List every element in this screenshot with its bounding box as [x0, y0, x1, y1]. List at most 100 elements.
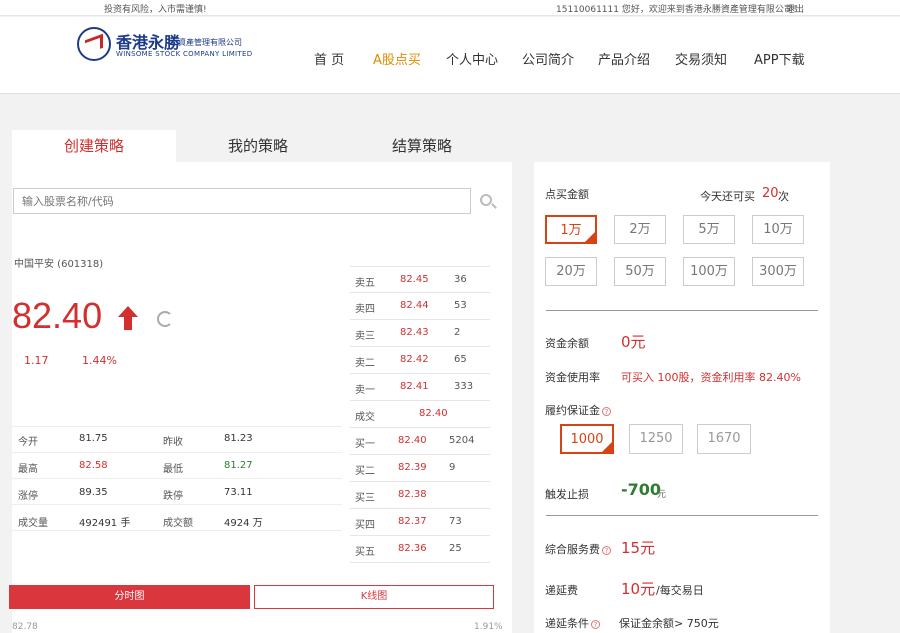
sell1-qty: 333 [454, 381, 474, 392]
service-fee-label: 综合服务费? [545, 541, 611, 557]
sell4-label: 卖四 [355, 304, 375, 315]
refresh-icon[interactable] [157, 311, 173, 327]
amount-option-2w[interactable]: 2万 [614, 215, 666, 244]
amount-option-label: 10万 [763, 222, 793, 237]
deposit-option-1000[interactable]: 1000 [560, 424, 614, 454]
deposit-label-text: 履约保证金 [545, 404, 600, 417]
nav-app-download[interactable]: APP下载 [754, 49, 805, 68]
amount-option-label: 20万 [556, 264, 586, 279]
top-bar: 投资有风险，入市需谨慎! 15110061111 您好，欢迎来到香港永勝資產管理… [0, 0, 900, 16]
service-fee-label-text: 综合服务费 [545, 543, 600, 556]
amount-option-50w[interactable]: 50万 [614, 257, 666, 286]
book-divider [350, 508, 490, 509]
logo-en-name: WINSOME STOCK COMPANY LIMITED [116, 50, 253, 58]
nav-company-intro[interactable]: 公司简介 [522, 49, 574, 68]
sell5-qty: 36 [454, 274, 467, 285]
stats-divider [12, 452, 342, 453]
stoploss-label: 触发止损 [545, 488, 589, 501]
amount-option-label: 50万 [625, 264, 655, 279]
tab-my-strategy[interactable]: 我的策略 [176, 130, 340, 162]
amount-option-20w[interactable]: 20万 [545, 257, 597, 286]
help-icon[interactable]: ? [602, 545, 611, 555]
amount-option-100w[interactable]: 100万 [683, 257, 735, 286]
buy1-qty: 5204 [449, 435, 475, 446]
stat-high-label: 最高 [18, 464, 38, 475]
buy3-label: 买三 [355, 493, 375, 504]
deposit-option-label: 1250 [639, 431, 673, 446]
amount-option-label: 300万 [759, 264, 797, 279]
logout-link[interactable]: 退出 [786, 2, 804, 15]
book-divider [350, 562, 490, 563]
deferral-condition-value: 保证金余额> 750元 [619, 617, 719, 630]
sell2-label: 卖二 [355, 358, 375, 369]
sell3-label: 卖三 [355, 331, 375, 342]
section-divider [546, 310, 818, 311]
nav-personal-center[interactable]: 个人中心 [446, 49, 498, 68]
amount-option-label: 2万 [629, 222, 651, 237]
k-chart-button[interactable]: K线图 [254, 585, 494, 609]
remaining-count: 20 [762, 186, 779, 201]
check-icon [601, 441, 613, 453]
nav-product-intro[interactable]: 产品介绍 [598, 49, 650, 68]
price-change-pct: 1.44% [82, 354, 117, 367]
stat-limit-down-label: 跌停 [163, 491, 183, 502]
sell4-price: 82.44 [400, 300, 429, 311]
stat-high-value: 82.58 [79, 460, 108, 471]
balance-value: 0元 [621, 333, 646, 351]
book-divider [350, 400, 490, 401]
deposit-option-1670[interactable]: 1670 [697, 424, 751, 454]
chart-axis-right: 1.91% [474, 622, 503, 632]
amount-label: 点买金额 [545, 188, 589, 201]
price-change: 1.17 [24, 354, 49, 367]
time-chart-button[interactable]: 分时图 [9, 585, 250, 609]
amount-option-300w[interactable]: 300万 [752, 257, 804, 286]
book-divider [350, 266, 490, 267]
sell3-price: 82.43 [400, 327, 429, 338]
stat-volume-label: 成交量 [18, 518, 48, 529]
deposit-option-1250[interactable]: 1250 [629, 424, 683, 454]
amount-option-5w[interactable]: 5万 [683, 215, 735, 244]
stat-low-value: 81.27 [224, 460, 253, 471]
chart-axis-left: 82.78 [12, 622, 38, 632]
remaining-suffix: 次 [778, 190, 789, 203]
usage-label: 资金使用率 [545, 371, 600, 384]
book-divider [350, 292, 490, 293]
nav-trade-notice[interactable]: 交易须知 [675, 49, 727, 68]
search-icon[interactable] [480, 194, 492, 206]
deposit-option-label: 1670 [707, 431, 741, 446]
logo-icon[interactable] [77, 27, 111, 61]
buy2-label: 买二 [355, 466, 375, 477]
stat-prev-close-value: 81.23 [224, 433, 253, 444]
nav-a-stock[interactable]: A股点买 [373, 49, 421, 68]
stat-limit-up-label: 涨停 [18, 491, 38, 502]
buy4-label: 买四 [355, 520, 375, 531]
tab-settle-strategy[interactable]: 结算策略 [340, 130, 504, 162]
buy1-label: 买一 [355, 439, 375, 450]
stock-name: 中国平安 (601318) [14, 259, 104, 270]
stock-search-input[interactable] [13, 188, 471, 214]
help-icon[interactable]: ? [591, 619, 600, 629]
amount-option-10w[interactable]: 10万 [752, 215, 804, 244]
tab-create-strategy[interactable]: 创建策略 [12, 130, 176, 162]
sell5-price: 82.45 [400, 274, 429, 285]
stats-divider [12, 426, 342, 427]
nav-home[interactable]: 首 页 [314, 49, 344, 68]
service-fee-value: 15元 [621, 539, 656, 557]
book-divider [350, 481, 490, 482]
check-icon [584, 231, 596, 243]
buy3-price: 82.38 [398, 489, 427, 500]
amount-option-1w[interactable]: 1万 [545, 215, 597, 244]
buy2-qty: 9 [449, 462, 456, 473]
stat-limit-up-value: 89.35 [79, 487, 108, 498]
balance-label: 资金余额 [545, 337, 589, 350]
usage-value: 可买入 100股，资金利用率 82.40% [621, 371, 801, 384]
buy5-qty: 25 [449, 543, 462, 554]
sell5-label: 卖五 [355, 278, 375, 289]
stock-price: 82.40 [12, 295, 103, 336]
section-divider [546, 515, 818, 516]
buy1-price: 82.40 [398, 435, 427, 446]
book-divider [350, 346, 490, 347]
help-icon[interactable]: ? [602, 406, 611, 416]
book-divider [350, 427, 490, 428]
amount-option-label: 5万 [698, 222, 720, 237]
